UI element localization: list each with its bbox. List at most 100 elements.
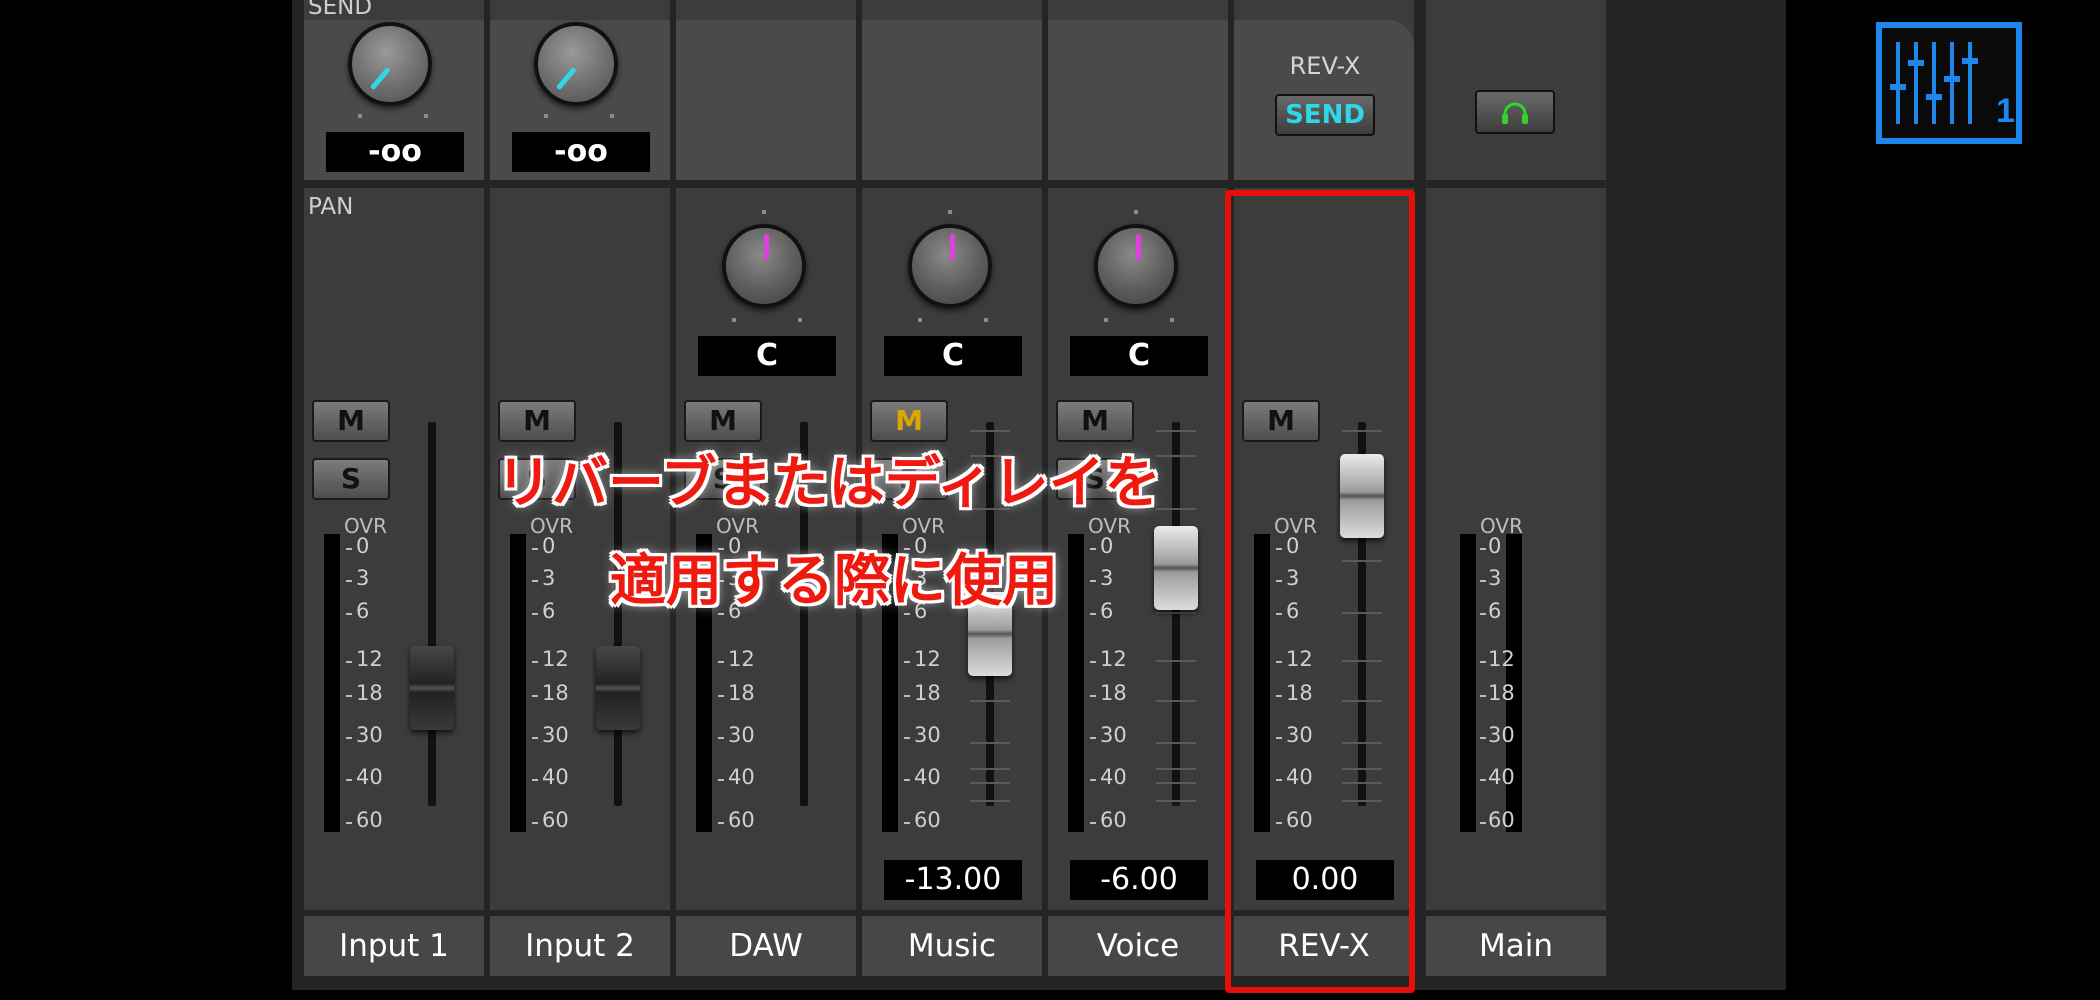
channel-name-input-1[interactable]: Input 1 (304, 916, 484, 976)
meter-scale-dash (904, 695, 910, 697)
mute-button-daw[interactable]: M (684, 400, 762, 442)
solo-button-input-1[interactable]: S (312, 458, 390, 500)
knob-tick (984, 318, 988, 322)
rev-x-send-button[interactable]: SEND (1275, 94, 1375, 136)
meter-scale-dash (1480, 613, 1486, 615)
fader-scale-tick (1156, 782, 1196, 784)
pan-value-music: C (884, 336, 1022, 376)
fader-knob-voice[interactable] (1154, 526, 1198, 610)
meter-scale-tick: 3 (356, 566, 370, 590)
fader-scale-tick (970, 782, 1010, 784)
headphone-icon (1502, 102, 1528, 124)
annotation-line-2: 適用する際に使用 (610, 549, 1058, 614)
meter-scale-tick: 40 (1100, 765, 1127, 789)
knob-tick (358, 114, 362, 118)
meter-scale-dash (346, 695, 352, 697)
meter-scale-tick: 12 (356, 647, 383, 671)
send-knob-input-1[interactable] (348, 22, 432, 106)
fader-scale-tick (1156, 455, 1196, 457)
fader-scale-tick (1156, 430, 1196, 432)
knob-tick (798, 318, 802, 322)
fader-scale-tick (970, 768, 1010, 770)
meter-scale-tick: 30 (728, 723, 755, 747)
fader-knob-input-1[interactable] (410, 646, 454, 730)
meter-scale-dash (1480, 548, 1486, 550)
mixer-view-button[interactable]: 1 (1876, 22, 2022, 144)
meter-scale-dash (1090, 737, 1096, 739)
meter-scale-tick: 60 (728, 808, 755, 832)
meter-scale-dash (718, 822, 724, 824)
fader-scale-tick (970, 700, 1010, 702)
meter-scale-dash (1090, 695, 1096, 697)
pan-knob-music[interactable] (908, 224, 992, 308)
pan-knob-voice[interactable] (1094, 224, 1178, 308)
fader-track-input-1[interactable] (428, 422, 436, 806)
mute-button-input-1[interactable]: M (312, 400, 390, 442)
meter-scale-dash (346, 737, 352, 739)
fader-scale-tick (1156, 800, 1196, 802)
fader-knob-input-2[interactable] (596, 646, 640, 730)
meter-scale-dash (1090, 822, 1096, 824)
meter-scale-dash (718, 737, 724, 739)
pan-value-daw: C (698, 336, 836, 376)
meter-scale-tick: 18 (728, 681, 755, 705)
meter-scale-dash (718, 661, 724, 663)
meter-scale-tick: 12 (728, 647, 755, 671)
meter-scale-dash (346, 548, 352, 550)
divider (484, 0, 490, 910)
level-meter-input-2 (510, 534, 526, 832)
fader-track-voice[interactable] (1172, 422, 1180, 806)
meter-scale-dash (532, 695, 538, 697)
mute-button-input-2[interactable]: M (498, 400, 576, 442)
pan-knob-daw[interactable] (722, 224, 806, 308)
meter-scale-dash (532, 779, 538, 781)
meter-scale-dash (346, 822, 352, 824)
meter-scale-tick: 18 (356, 681, 383, 705)
mute-button-music[interactable]: M (870, 400, 948, 442)
fader-scale-tick (1156, 700, 1196, 702)
meter-scale-tick: 6 (542, 599, 556, 623)
level-meter-main (1460, 534, 1476, 832)
channel-name-main[interactable]: Main (1426, 916, 1606, 976)
knob-tick (1134, 210, 1138, 214)
meter-scale-dash (346, 661, 352, 663)
fader-scale-tick (1156, 612, 1196, 614)
knob-tick (948, 210, 952, 214)
fader-scale-tick (970, 800, 1010, 802)
meter-scale-dash (904, 737, 910, 739)
meter-scale-tick: 0 (356, 534, 370, 558)
fader-scale-tick (1156, 768, 1196, 770)
meter-scale-dash (1090, 613, 1096, 615)
meter-scale-tick: 12 (1100, 647, 1127, 671)
meter-scale-tick: 6 (1100, 599, 1114, 623)
channel-name-voice[interactable]: Voice (1048, 916, 1228, 976)
meter-scale-dash (532, 548, 538, 550)
meter-scale-tick: 40 (1488, 765, 1515, 789)
meter-scale-dash (532, 822, 538, 824)
meter-scale-tick: 3 (542, 566, 556, 590)
meter-scale-tick: 0 (1488, 534, 1502, 558)
meter-scale-tick: 40 (914, 765, 941, 789)
meter-scale-dash (718, 779, 724, 781)
fader-value-voice: -6.00 (1070, 860, 1208, 900)
mute-button-voice[interactable]: M (1056, 400, 1134, 442)
meter-scale-dash (1480, 822, 1486, 824)
channel-name-music[interactable]: Music (862, 916, 1042, 976)
meter-scale-dash (346, 580, 352, 582)
channel-name-input-2[interactable]: Input 2 (490, 916, 670, 976)
meter-scale-tick: 12 (914, 647, 941, 671)
meter-scale-dash (1480, 580, 1486, 582)
meter-scale-tick: 12 (542, 647, 569, 671)
meter-scale-dash (1090, 548, 1096, 550)
meter-scale-tick: 30 (1100, 723, 1127, 747)
send-knob-input-2[interactable] (534, 22, 618, 106)
channel-name-daw[interactable]: DAW (676, 916, 856, 976)
meter-scale-tick: 60 (542, 808, 569, 832)
level-meter-voice (1068, 534, 1084, 832)
level-meter-input-1 (324, 534, 340, 832)
meter-scale-dash (1480, 779, 1486, 781)
knob-tick (732, 318, 736, 322)
headphone-monitor-button[interactable] (1475, 90, 1555, 134)
meter-scale-tick: 30 (1488, 723, 1515, 747)
meter-scale-dash (532, 661, 538, 663)
